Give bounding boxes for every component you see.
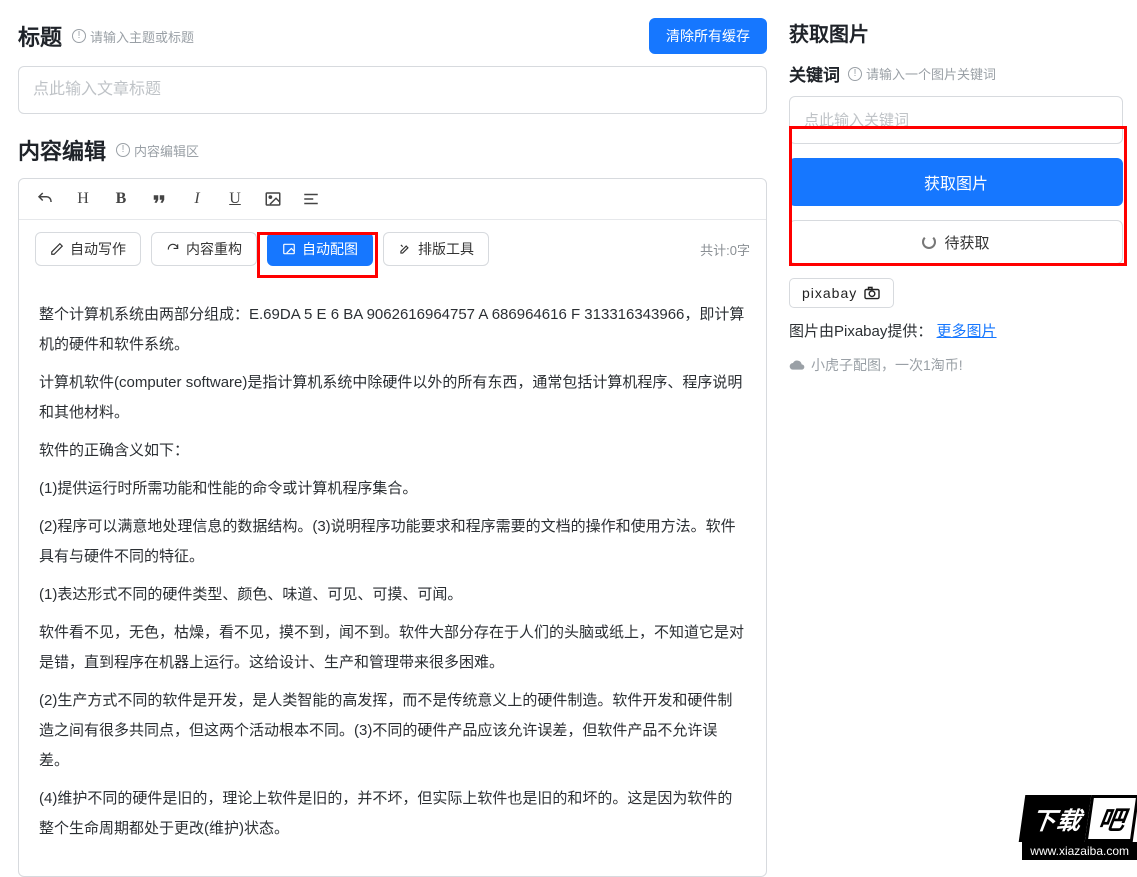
clear-cache-button[interactable]: 清除所有缓存 — [649, 18, 767, 54]
sidebar: 获取图片 关键词 ! 请输入一个图片关键词 获取图片 待获取 pixabay 图… — [789, 18, 1123, 860]
pencil-icon — [50, 242, 64, 256]
restructure-button[interactable]: 内容重构 — [151, 232, 257, 266]
content-editor-hint: ! 内容编辑区 — [116, 141, 199, 160]
paragraph: (1)提供运行时所需功能和性能的命令或计算机程序集合。 — [39, 474, 746, 504]
auto-write-button[interactable]: 自动写作 — [35, 232, 141, 266]
italic-icon[interactable]: I — [187, 189, 207, 209]
paragraph: (2)程序可以满意地处理信息的数据结构。(3)说明程序功能要求和程序需要的文档的… — [39, 512, 746, 572]
paragraph: 软件看不见，无色，枯燥，看不见，摸不到，闻不到。软件大部分存在于人们的头脑或纸上… — [39, 618, 746, 678]
paragraph: 软件的正确含义如下： — [39, 436, 746, 466]
keyword-label: 关键词 — [789, 61, 840, 86]
content-editor-header: 内容编辑 ! 内容编辑区 — [18, 134, 767, 166]
refresh-icon — [166, 242, 180, 256]
info-icon: ! — [72, 29, 86, 43]
title-section-header: 标题 ! 请输入主题或标题 清除所有缓存 — [18, 18, 767, 54]
quote-icon[interactable] — [149, 189, 169, 209]
bold-icon[interactable]: B — [111, 189, 131, 209]
editor-content-area[interactable]: 整个计算机系统由两部分组成：E.69DA 5 E 6 BA 9062616964… — [19, 278, 766, 876]
word-count: 共计:0字 — [700, 240, 750, 259]
cost-tip: 小虎子配图，一次1淘币! — [789, 355, 1123, 375]
format-toolbar: H B I U — [19, 179, 766, 220]
pixabay-badge: pixabay — [789, 278, 894, 308]
align-left-icon[interactable] — [301, 189, 321, 209]
image-icon[interactable] — [263, 189, 283, 209]
more-images-link[interactable]: 更多图片 — [937, 323, 997, 340]
content-editor-title: 内容编辑 — [18, 134, 106, 166]
cloud-icon — [789, 357, 805, 373]
keyword-hint: ! 请输入一个图片关键词 — [848, 64, 996, 83]
fetch-image-title: 获取图片 — [789, 18, 1123, 47]
info-icon: ! — [116, 143, 130, 157]
site-watermark: 下载 吧 www.xiazaiba.com — [1022, 795, 1137, 860]
paragraph: (1)表达形式不同的硬件类型、颜色、味道、可见、可摸、可闻。 — [39, 580, 746, 610]
paragraph: 计算机软件(computer software)是指计算机系统中除硬件以外的所有… — [39, 368, 746, 428]
underline-icon[interactable]: U — [225, 189, 245, 209]
info-icon: ! — [848, 67, 862, 81]
fetch-image-button[interactable]: 获取图片 — [789, 158, 1123, 206]
tools-icon — [398, 242, 412, 256]
article-title-input[interactable] — [18, 66, 767, 114]
keyword-header: 关键词 ! 请输入一个图片关键词 — [789, 61, 1123, 86]
paragraph: (4)维护不同的硬件是旧的，理论上软件是旧的，并不坏，但实际上软件也是旧的和坏的… — [39, 784, 746, 844]
main-column: 标题 ! 请输入主题或标题 清除所有缓存 内容编辑 ! 内容编辑区 H B — [18, 18, 767, 860]
title-hint: ! 请输入主题或标题 — [72, 27, 194, 46]
keyword-input[interactable] — [789, 96, 1123, 144]
layout-tool-button[interactable]: 排版工具 — [383, 232, 489, 266]
heading-icon[interactable]: H — [73, 189, 93, 209]
picture-icon — [282, 242, 296, 256]
editor-container: H B I U 自动写作 — [18, 178, 767, 877]
title-label: 标题 — [18, 20, 62, 52]
paragraph: 整个计算机系统由两部分组成：E.69DA 5 E 6 BA 9062616964… — [39, 300, 746, 360]
loading-icon — [922, 235, 936, 249]
paragraph: (2)生产方式不同的软件是开发，是人类智能的高发挥，而不是传统意义上的硬件制造。… — [39, 686, 746, 776]
undo-icon[interactable] — [35, 189, 55, 209]
auto-image-button[interactable]: 自动配图 — [267, 232, 373, 266]
action-toolbar: 自动写作 内容重构 自动配图 排版工具 共计:0字 — [19, 220, 766, 278]
image-credit: 图片由Pixabay提供： 更多图片 — [789, 320, 1123, 341]
camera-icon — [863, 286, 881, 300]
pending-button[interactable]: 待获取 — [789, 220, 1123, 264]
